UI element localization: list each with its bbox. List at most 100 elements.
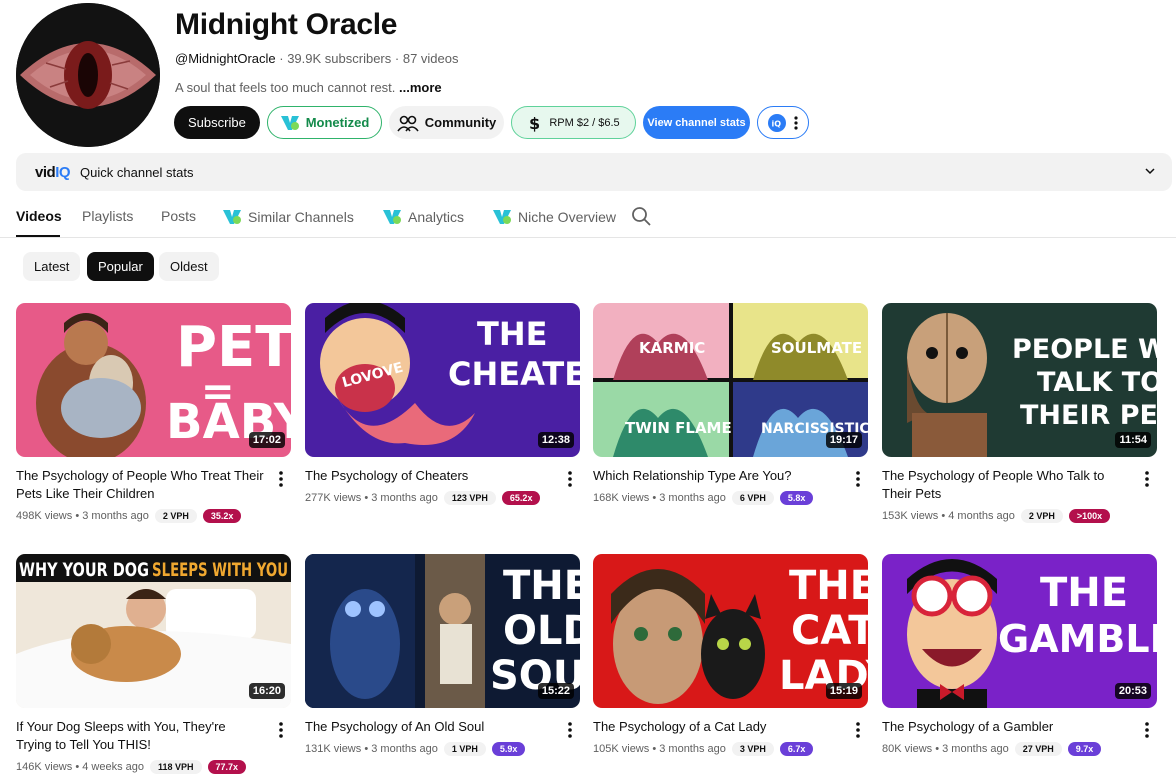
meta-separator: ·: [394, 51, 403, 66]
thumb-text: CAT: [791, 608, 868, 654]
monetized-button[interactable]: Monetized: [267, 106, 382, 139]
video-title[interactable]: The Psychology of People Who Treat Their…: [16, 467, 264, 503]
thumb-text: CHEATER: [448, 355, 580, 393]
video-duration: 17:02: [248, 432, 285, 448]
search-icon: [632, 207, 651, 226]
vph-badge: 118 VPH: [150, 760, 202, 774]
stats-separator: •: [361, 743, 372, 755]
vidiq-menu-button[interactable]: iQ: [757, 106, 809, 139]
thumb-text: OLD: [503, 608, 580, 654]
chevron-down-icon[interactable]: [1144, 165, 1156, 177]
video-title[interactable]: The Psychology of An Old Soul: [305, 718, 553, 736]
kebab-menu-icon[interactable]: [1140, 720, 1154, 740]
rpm-button[interactable]: $ RPM $2 / $6.5: [511, 106, 636, 139]
tab-playlists[interactable]: Playlists: [82, 208, 133, 224]
thumb-text: WHY YOUR DOG: [19, 559, 149, 581]
upload-age: 3 months ago: [659, 492, 726, 504]
tab-posts[interactable]: Posts: [161, 208, 196, 224]
kebab-menu-icon[interactable]: [563, 469, 577, 489]
tab-search[interactable]: [631, 206, 651, 226]
video-duration: 15:22: [537, 683, 574, 699]
vidiq-badge-icon: [280, 115, 299, 130]
quick-stats-label: Quick channel stats: [80, 164, 194, 180]
eye-icon: [16, 3, 160, 147]
more-link[interactable]: ...more: [399, 80, 442, 95]
stats-separator: •: [649, 492, 660, 504]
video-thumbnail[interactable]: THE GAMBLER 20:53: [882, 554, 1157, 708]
video-thumbnail[interactable]: PEOPLE WHO TALK TO THEIR PETS 11:54: [882, 303, 1157, 457]
video-thumbnail[interactable]: KARMIC SOULMATE TWIN FLAME NARCISSISTIC …: [593, 303, 868, 457]
chip-popular[interactable]: Popular: [87, 252, 154, 281]
video-stats: 153K views • 4 months ago 2 VPH >100x: [882, 509, 1111, 523]
thumb-text: THE: [789, 563, 868, 609]
rpm-label: RPM $2 / $6.5: [549, 116, 620, 129]
kebab-menu-icon[interactable]: [274, 720, 288, 740]
outlier-badge: 9.7x: [1067, 742, 1102, 756]
thumb-text: SOULMATE: [771, 339, 862, 357]
view-channel-stats-button[interactable]: View channel stats: [643, 106, 750, 139]
view-count: 277K views: [305, 492, 362, 504]
upload-age: 3 months ago: [371, 492, 438, 504]
subscriber-count: 39.9K subscribers: [287, 51, 392, 66]
stats-separator: •: [649, 743, 660, 755]
tab-analytics[interactable]: Analytics: [382, 208, 464, 226]
video-stats: 146K views • 4 weeks ago 118 VPH 77.7x: [16, 760, 247, 774]
video-title[interactable]: Which Relationship Type Are You?: [593, 467, 841, 485]
chip-latest[interactable]: Latest: [23, 252, 81, 281]
video-thumbnail[interactable]: THE CAT LADY 15:19: [593, 554, 868, 708]
video-duration: 16:20: [248, 683, 285, 699]
video-stats: 277K views • 3 months ago 123 VPH 65.2x: [305, 491, 541, 505]
channel-avatar[interactable]: [16, 3, 160, 147]
thumb-text: KARMIC: [639, 339, 705, 357]
vph-badge: 2 VPH: [154, 509, 197, 523]
kebab-menu-icon: [794, 115, 798, 130]
thumb-text: GAMBLER: [998, 617, 1157, 661]
kebab-menu-icon[interactable]: [1140, 469, 1154, 489]
upload-age: 3 months ago: [82, 510, 149, 522]
channel-tabs: Videos Playlists Posts Similar Channels …: [0, 195, 1176, 238]
chip-oldest[interactable]: Oldest: [159, 252, 219, 281]
kebab-menu-icon[interactable]: [563, 720, 577, 740]
channel-actions: Subscribe Monetized Community $ RPM $2 /…: [174, 106, 1174, 140]
upload-age: 3 months ago: [371, 743, 438, 755]
channel-handle: @MidnightOracle: [175, 51, 276, 66]
community-button[interactable]: Community: [389, 106, 504, 139]
video-title[interactable]: The Psychology of People Who Talk to The…: [882, 467, 1130, 503]
video-count: 87 videos: [402, 51, 459, 66]
view-count: 153K views: [882, 510, 939, 522]
kebab-menu-icon[interactable]: [851, 469, 865, 489]
video-thumbnail[interactable]: PET = BABY 17:02: [16, 303, 291, 457]
video-title[interactable]: The Psychology of a Gambler: [882, 718, 1130, 736]
video-title[interactable]: The Psychology of a Cat Lady: [593, 718, 841, 736]
tab-similar-channels[interactable]: Similar Channels: [222, 208, 354, 226]
subscribe-button[interactable]: Subscribe: [174, 106, 260, 139]
tab-label: Playlists: [82, 208, 134, 224]
outlier-badge: 35.2x: [202, 509, 242, 523]
quick-channel-stats-bar[interactable]: vidIQ Quick channel stats: [16, 153, 1172, 191]
chip-label: Oldest: [170, 259, 208, 274]
community-label: Community: [424, 115, 497, 130]
stats-separator: •: [361, 492, 372, 504]
tab-niche-overview[interactable]: Niche Overview: [492, 208, 616, 226]
chip-label: Popular: [98, 259, 143, 274]
video-thumbnail[interactable]: WHY YOUR DOG SLEEPS WITH YOU 16:20: [16, 554, 291, 708]
vidiq-icon: iQ: [768, 113, 786, 132]
video-duration: 11:54: [1115, 432, 1151, 448]
thumb-text: TWIN FLAME: [625, 419, 732, 437]
video-stats: 498K views • 3 months ago 2 VPH 35.2x: [16, 509, 242, 523]
video-title[interactable]: If Your Dog Sleeps with You, They're Try…: [16, 718, 264, 754]
vidiq-badge-icon: [223, 210, 241, 224]
video-thumbnail[interactable]: LOVOVE THE CHEATER 12:38: [305, 303, 580, 457]
thumb-text: THE: [1040, 570, 1128, 616]
channel-name: Midnight Oracle: [175, 8, 398, 41]
video-title[interactable]: The Psychology of Cheaters: [305, 467, 553, 485]
kebab-menu-icon[interactable]: [851, 720, 865, 740]
dollar-icon: $: [529, 114, 540, 132]
thumb-text: THEIR PETS: [1020, 400, 1157, 431]
kebab-menu-icon[interactable]: [274, 469, 288, 489]
thumb-text: TALK TO: [1037, 367, 1157, 398]
tab-videos[interactable]: Videos: [16, 208, 62, 224]
video-thumbnail[interactable]: THE OLD SOUL 15:22: [305, 554, 580, 708]
view-count: 168K views: [593, 492, 650, 504]
vph-badge: 6 VPH: [731, 491, 774, 505]
